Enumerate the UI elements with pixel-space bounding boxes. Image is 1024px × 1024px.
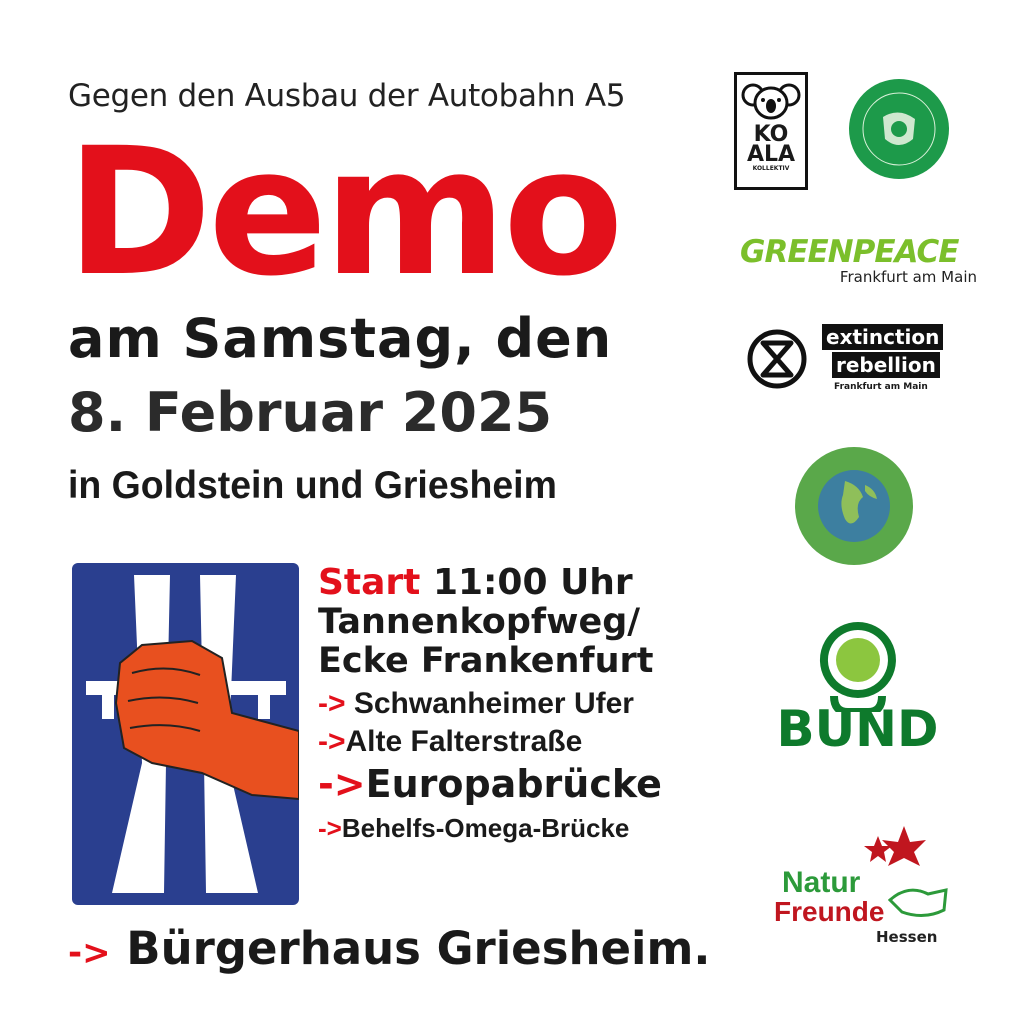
autobahn-fist-icon — [72, 563, 300, 905]
start-line: Start 11:00 Uhr — [318, 565, 718, 601]
arrow-icon: -> — [318, 687, 346, 720]
greenpeace-logo: GREENPEACE Frankfurt am Main — [740, 234, 977, 286]
date-line-1: am Samstag, den — [68, 307, 613, 370]
stop-3: ->Europabrücke — [318, 762, 662, 806]
koala-kollektiv-logo: KO ALA KOLLEKTIV — [734, 72, 808, 190]
hourglass-icon — [747, 329, 807, 389]
stop-1: -> Schwanheimer Ufer — [318, 687, 634, 720]
naturfreunde-logo: Natur Freunde Hessen — [772, 822, 952, 952]
subtitle: Gegen den Ausbau der Autobahn A5 — [68, 78, 626, 114]
fridays-for-future-icon — [849, 79, 949, 179]
stop-2: ->Alte Falterstraße — [318, 725, 583, 758]
start-time: 11:00 Uhr — [420, 562, 633, 603]
route-block: Start 11:00 Uhr Tannenkopfweg/ Ecke Fran… — [318, 565, 718, 843]
start-label: Start — [318, 562, 421, 603]
koala-icon — [741, 83, 801, 120]
handshake-icon — [888, 888, 948, 917]
people4future-logo — [793, 445, 915, 567]
start-place-1: Tannenkopfweg/ — [318, 602, 641, 642]
flower-icon — [864, 826, 926, 866]
arrow-icon: -> — [318, 813, 342, 843]
headline: Demo — [66, 110, 624, 315]
location-line: in Goldstein und Griesheim — [68, 464, 557, 507]
arrow-icon: -> — [68, 933, 111, 973]
stop-4: ->Behelfs-Omega-Brücke — [318, 813, 630, 843]
extinction-rebellion-logo: extinction rebellion Frankfurt am Main — [746, 320, 976, 400]
final-stop: -> Bürgerhaus Griesheim. — [68, 922, 711, 975]
start-place-2: Ecke Frankenfurt — [318, 641, 654, 681]
tree-icon — [819, 622, 896, 716]
bund-logo: BUND — [770, 622, 945, 772]
arrow-icon: -> — [318, 725, 346, 758]
fridays-for-future-logo — [847, 77, 951, 181]
date-line-2: 8. Februar 2025 — [68, 381, 553, 444]
arrow-icon: -> — [318, 762, 366, 806]
globe-icon — [795, 447, 913, 565]
